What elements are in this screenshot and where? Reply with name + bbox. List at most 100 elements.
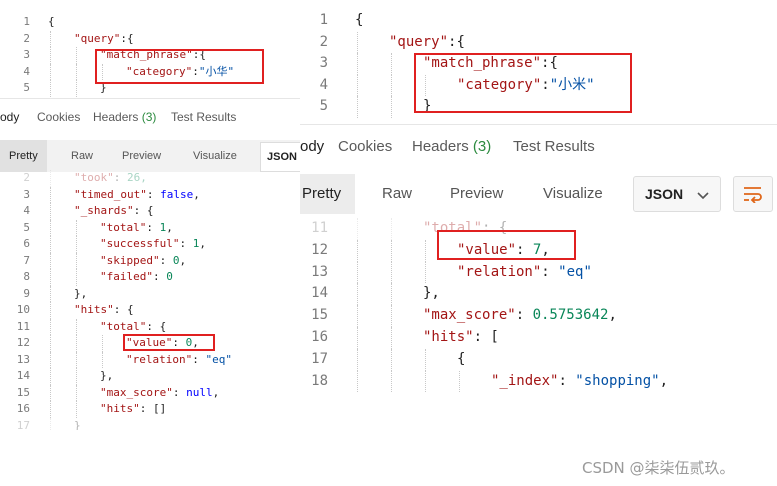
format-label: JSON (645, 186, 684, 202)
code-text: "took": 26, (74, 170, 147, 187)
indent-guide (425, 348, 426, 371)
line-number: 5 (319, 98, 328, 114)
tab-headers-label: Headers (93, 110, 139, 124)
code-line: 5 "total": 1, (0, 219, 300, 237)
line-number: 8 (23, 270, 30, 283)
preview-button[interactable]: Preview (122, 140, 161, 172)
code-line: 13 "relation": "eq" (0, 351, 300, 368)
token: : (139, 402, 153, 415)
token: "total" (100, 220, 147, 234)
code-text: "hits": [] (100, 401, 166, 418)
code-text: "total": 1, (100, 220, 173, 237)
indent-guide (50, 47, 51, 64)
code-text: "_index": "shopping", (491, 371, 668, 393)
token: }, (74, 286, 88, 300)
wrap-lines-button[interactable] (733, 176, 773, 212)
indent-guide (76, 252, 77, 269)
line-number: 11 (16, 319, 30, 333)
indent-guide (76, 401, 77, 418)
token: : (179, 237, 193, 250)
code-text: "hits": { (74, 302, 134, 319)
indent-guide (76, 219, 77, 236)
code-line: 16 "hits": [] (0, 401, 300, 418)
code-line: 1{ (300, 10, 777, 32)
code-line: 4 "_shards": { (0, 203, 300, 220)
token: "max_score" (423, 307, 516, 324)
indent-guide (357, 31, 358, 53)
left-response-body[interactable]: 2 "took": 26, 3 "timed_out": false, 4 "_shard… (0, 170, 300, 430)
indent-guide (391, 218, 392, 240)
code-text: "query":{ (74, 31, 134, 48)
raw-button[interactable]: Raw (71, 140, 93, 172)
indent-guide (50, 351, 51, 368)
code-line: 1{ (0, 14, 300, 31)
divider (300, 124, 777, 125)
token: null (186, 385, 213, 399)
tab-headers[interactable]: Headers (3) (412, 138, 491, 155)
tab-cookies[interactable]: Cookies (37, 110, 80, 124)
line-number: 5 (23, 81, 30, 94)
raw-button[interactable]: Raw (382, 174, 412, 214)
indent-guide (391, 348, 392, 371)
indent-guide (425, 239, 426, 262)
line-number: 2 (319, 33, 328, 50)
token: "timed_out" (74, 187, 147, 201)
code-line: 10 "hits": { (0, 302, 300, 319)
line-number: 6 (23, 237, 30, 250)
indent-guide (50, 401, 51, 418)
tab-headers[interactable]: Headers (3) (93, 110, 156, 124)
tab-test-results[interactable]: Test Results (171, 110, 236, 124)
indent-guide (76, 351, 77, 368)
tab-body[interactable]: ody (0, 110, 19, 124)
code-line: 8 "failed": 0 (0, 269, 300, 286)
pretty-button[interactable]: Pretty (300, 174, 356, 214)
right-view-mode-bar: Pretty Raw Preview Visualize JSON (300, 174, 777, 214)
token: , (193, 187, 200, 201)
token: 26, (127, 171, 147, 184)
line-number: 7 (23, 253, 30, 267)
token: "relation" (457, 263, 542, 280)
format-select[interactable]: JSON (633, 176, 721, 212)
line-number: 13 (311, 263, 328, 280)
token: : { (146, 319, 167, 333)
line-number: 4 (319, 76, 328, 93)
code-line: 18 "_index": "shopping", (300, 370, 777, 393)
chevron-down-icon (697, 192, 709, 200)
indent-guide (50, 335, 51, 352)
token: : (172, 385, 187, 399)
code-text: }, (423, 283, 440, 305)
token: : (159, 253, 173, 267)
line-number: 5 (23, 220, 30, 234)
code-line: 2 "query":{ (300, 31, 777, 53)
indent-guide (425, 261, 426, 284)
visualize-button[interactable]: Visualize (193, 140, 237, 172)
token: : [ (473, 329, 499, 345)
tab-test-results[interactable]: Test Results (513, 138, 595, 155)
code-text: }, (74, 286, 87, 303)
code-line: 14}, (0, 368, 300, 385)
indent-guide (357, 239, 358, 262)
code-line: 2 "took": 26, (0, 170, 300, 187)
indent-guide (50, 219, 51, 236)
token: { (355, 12, 364, 28)
indent-guide (425, 370, 426, 393)
tab-body[interactable]: ody (300, 138, 324, 155)
line-number: 4 (23, 64, 30, 78)
indent-guide (76, 63, 77, 80)
visualize-button[interactable]: Visualize (543, 174, 603, 214)
indent-guide (391, 261, 392, 284)
tab-cookies[interactable]: Cookies (338, 138, 392, 155)
left-response-tabs: ody Cookies Headers (3) Test Results (0, 110, 300, 128)
headers-count: (3) (472, 138, 492, 155)
line-number: 12 (16, 336, 30, 349)
indent-guide (50, 302, 51, 319)
token: }, (100, 369, 114, 382)
preview-button[interactable]: Preview (450, 174, 503, 214)
token: "shopping" (575, 372, 660, 389)
token: "hits" (74, 303, 114, 316)
token: "max_score" (100, 385, 173, 399)
pretty-button[interactable]: Pretty (0, 140, 47, 172)
token: : (515, 307, 533, 324)
format-select[interactable]: JSON (260, 142, 300, 172)
indent-guide (391, 305, 392, 327)
